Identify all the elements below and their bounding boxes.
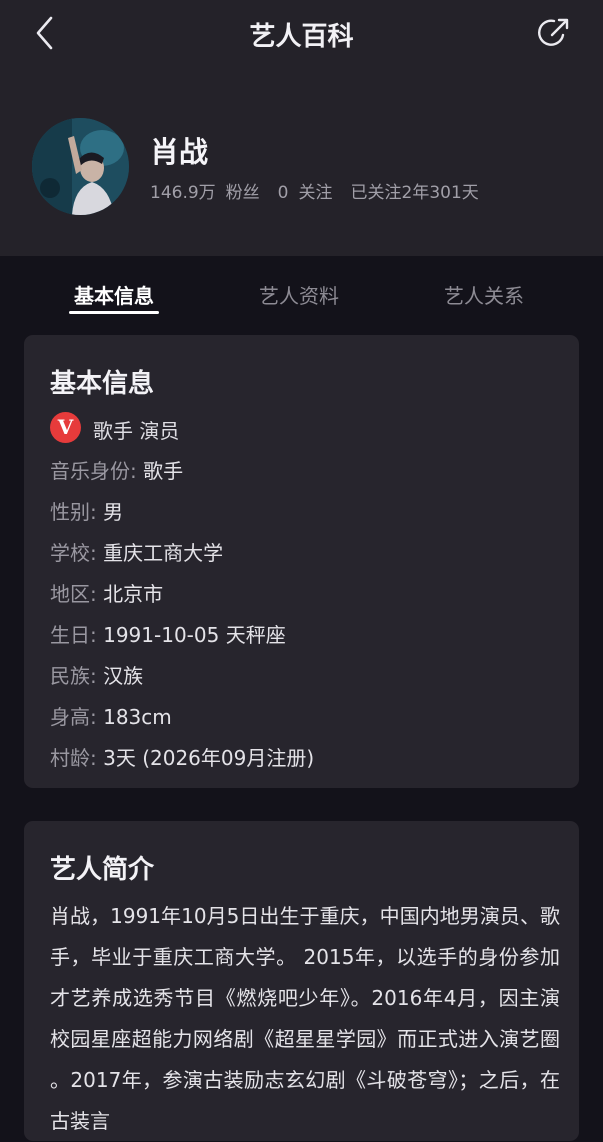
info-label: 音乐身份: (50, 459, 137, 483)
basic-info-card: 基本信息 V 歌手 演员 音乐身份: 歌手 性别: 男 学校: 重庆工商大学 地… (24, 335, 579, 788)
info-value: 1991-10-05 天秤座 (103, 623, 286, 647)
tab-bar: 基本信息 艺人资料 艺人关系 (0, 262, 603, 322)
top-nav-bar: 艺人百科 (0, 0, 603, 66)
verified-roles: 歌手 演员 (93, 419, 180, 443)
tab-basic-info[interactable]: 基本信息 (34, 280, 194, 309)
info-row-ethnicity: 民族: 汉族 (50, 660, 143, 689)
info-label: 生日: (50, 623, 97, 647)
info-value: 3天 (2026年09月注册) (103, 746, 315, 770)
share-button[interactable] (536, 16, 572, 50)
following-count: 0 (277, 183, 289, 203)
info-value: 男 (103, 500, 124, 524)
info-value: 汉族 (103, 664, 144, 688)
info-value: 歌手 (143, 459, 184, 483)
artist-intro-title: 艺人简介 (50, 855, 155, 885)
artist-intro-text: 肖战，1991年10月5日出生于重庆，中国内地男演员、歌手，毕业于重庆工商大学。… (50, 904, 560, 1133)
verified-v-icon: V (50, 412, 81, 443)
info-label: 学校: (50, 541, 97, 565)
info-row-height: 身高: 183cm (50, 701, 172, 730)
tab-artist-profile[interactable]: 艺人资料 (219, 280, 379, 309)
info-row-school: 学校: 重庆工商大学 (50, 537, 223, 566)
info-row-birthday: 生日: 1991-10-05 天秤座 (50, 619, 286, 648)
page-title: 艺人百科 (249, 22, 354, 52)
info-label: 民族: (50, 664, 97, 688)
share-icon (538, 18, 569, 46)
info-label: 地区: (50, 582, 97, 606)
tab-artist-relations[interactable]: 艺人关系 (404, 280, 564, 309)
info-row-account-age: 村龄: 3天 (2026年09月注册) (50, 742, 314, 771)
fans-label: 粉丝 (225, 183, 260, 203)
info-label: 身高: (50, 705, 97, 729)
following-label: 关注 (298, 183, 333, 203)
info-label: 村龄: (50, 746, 97, 770)
basic-info-title: 基本信息 (50, 369, 155, 399)
fans-count: 146.9万 (150, 183, 216, 203)
info-value: 重庆工商大学 (103, 541, 224, 565)
info-value: 北京市 (103, 582, 164, 606)
info-label: 性别: (50, 500, 97, 524)
info-value: 183cm (103, 705, 172, 729)
artist-name: 肖战 (150, 135, 209, 169)
info-row-region: 地区: 北京市 (50, 578, 163, 607)
info-row-gender: 性别: 男 (50, 496, 123, 525)
artist-intro-card: 艺人简介 肖战，1991年10月5日出生于重庆，中国内地男演员、歌手，毕业于重庆… (24, 821, 579, 1141)
artist-avatar[interactable] (32, 118, 129, 215)
artist-stats: 146.9万 粉丝 0 关注 已关注2年301天 (150, 178, 479, 203)
info-row-music-identity: 音乐身份: 歌手 (50, 455, 183, 484)
avatar-image (32, 118, 129, 215)
active-tab-indicator (69, 311, 159, 314)
followed-duration: 已关注2年301天 (350, 183, 479, 203)
